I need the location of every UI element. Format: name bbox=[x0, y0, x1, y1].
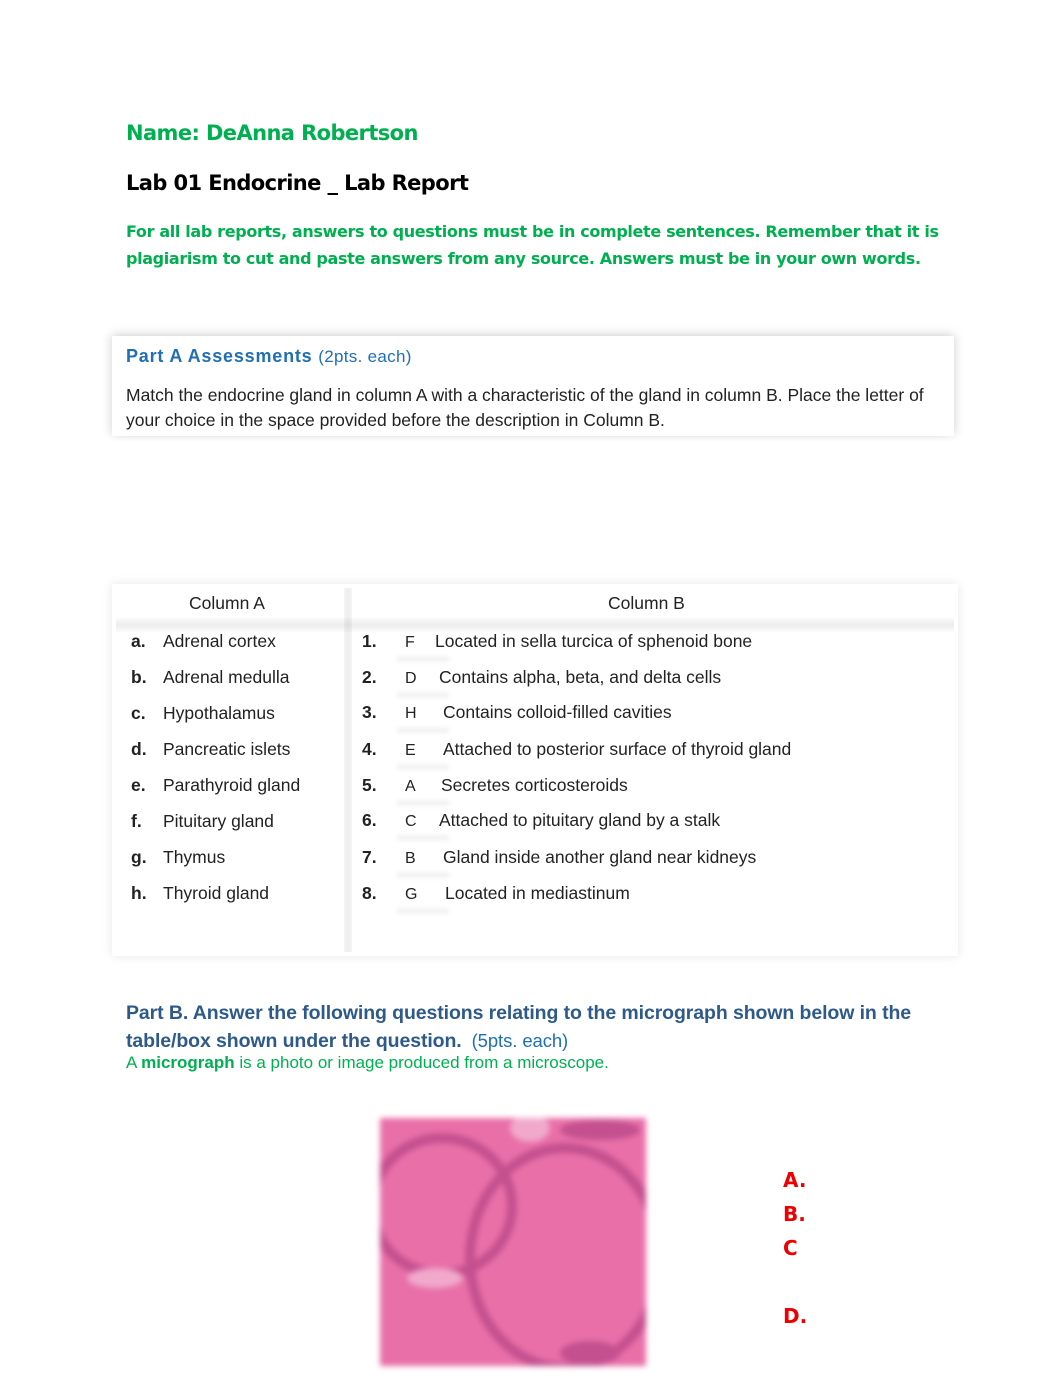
column-a-letter: h. bbox=[131, 883, 147, 903]
column-b-description: Located in sella turcica of sphenoid bon… bbox=[435, 631, 753, 651]
column-b-description: Attached to pituitary gland by a stalk bbox=[439, 810, 721, 830]
column-b-item: 8. G Located in mediastinum bbox=[362, 883, 630, 907]
micrograph-light-area bbox=[407, 1268, 463, 1288]
micrograph-svg bbox=[380, 1118, 646, 1366]
column-a-gland: Thymus bbox=[163, 847, 226, 867]
column-a-letter: e. bbox=[131, 775, 146, 795]
definition-prefix: A bbox=[126, 1053, 142, 1072]
micrograph-label-a: A. bbox=[783, 1168, 807, 1192]
column-a-item: f. Pituitary gland bbox=[131, 811, 274, 835]
column-a-header: Column A bbox=[189, 593, 265, 613]
micrograph-label-b: B. bbox=[783, 1202, 806, 1226]
column-b-number: 4. bbox=[362, 739, 377, 759]
part-b-title: Part B. Answer the following questions r… bbox=[126, 1000, 956, 1055]
micrograph-cells-bottom bbox=[560, 1341, 620, 1365]
column-b-description: Secretes corticosteroids bbox=[441, 775, 628, 795]
column-a-letter: a. bbox=[131, 631, 146, 651]
column-b-number: 8. bbox=[362, 883, 377, 903]
part-a-title-text: Part A Assessments bbox=[126, 346, 313, 366]
column-b-item: 1. F Located in sella turcica of sphenoid … bbox=[362, 631, 752, 655]
definition-term: micrograph bbox=[141, 1053, 235, 1072]
column-a-item: c. Hypothalamus bbox=[131, 703, 275, 727]
micrograph-definition: A micrograph is a photo or image produce… bbox=[126, 1053, 609, 1073]
column-a-gland: Thyroid gland bbox=[163, 883, 270, 903]
answer-field[interactable]: D bbox=[405, 670, 439, 688]
column-divider bbox=[344, 588, 352, 952]
lab-title: Lab 01 Endocrine _ Lab Report bbox=[126, 171, 469, 195]
column-b-description: Gland inside another gland near kidneys bbox=[443, 847, 757, 867]
column-a-gland: Adrenal cortex bbox=[163, 631, 276, 651]
column-b-item: 5. A Secretes corticosteroids bbox=[362, 775, 628, 799]
micrograph-image bbox=[380, 1118, 646, 1366]
micrograph-label-d: D. bbox=[783, 1304, 808, 1328]
answer-field[interactable]: B bbox=[405, 850, 443, 868]
column-a-gland: Pituitary gland bbox=[163, 811, 274, 831]
column-a-letter: d. bbox=[131, 739, 147, 759]
column-a-gland: Parathyroid gland bbox=[163, 775, 301, 795]
column-a-letter: c. bbox=[131, 703, 146, 723]
answer-field[interactable]: G bbox=[405, 886, 445, 904]
column-a-item: h. Thyroid gland bbox=[131, 883, 269, 907]
answer-field[interactable]: C bbox=[405, 813, 439, 831]
column-b-description: Contains colloid-filled cavities bbox=[443, 702, 672, 722]
answer-field[interactable]: F bbox=[405, 634, 435, 652]
answer-field[interactable]: E bbox=[405, 742, 443, 760]
answer-field[interactable]: H bbox=[405, 705, 443, 723]
column-b-description: Located in mediastinum bbox=[445, 883, 630, 903]
column-b-item: 3. H Contains colloid-filled cavities bbox=[362, 702, 672, 726]
column-a-gland: Adrenal medulla bbox=[163, 667, 290, 687]
part-b-points: (5pts. each) bbox=[471, 1030, 569, 1051]
column-b-item: 2. D Contains alpha, beta, and delta cells bbox=[362, 667, 721, 691]
column-a-letter: f. bbox=[131, 811, 142, 831]
column-a-item: b. Adrenal medulla bbox=[131, 667, 289, 691]
column-a-gland: Hypothalamus bbox=[163, 703, 275, 723]
column-b-description: Attached to posterior surface of thyroid… bbox=[443, 739, 792, 759]
column-a-letter: g. bbox=[131, 847, 147, 867]
column-b-number: 7. bbox=[362, 847, 377, 867]
column-a-letter: b. bbox=[131, 667, 147, 687]
column-b-number: 2. bbox=[362, 667, 377, 687]
column-a-gland: Pancreatic islets bbox=[163, 739, 291, 759]
column-b-number: 3. bbox=[362, 702, 377, 722]
column-b-number: 1. bbox=[362, 631, 377, 651]
column-b-number: 5. bbox=[362, 775, 377, 795]
part-a-points: (2pts. each) bbox=[318, 347, 412, 366]
column-b-item: 4. E Attached to posterior surface of thyr… bbox=[362, 739, 791, 763]
column-b-item: 7. B Gland inside another gland near kidne… bbox=[362, 847, 756, 871]
column-a-item: a. Adrenal cortex bbox=[131, 631, 276, 655]
column-b-number: 6. bbox=[362, 810, 377, 830]
micrograph-cells-top bbox=[560, 1120, 640, 1140]
column-a-item: g. Thymus bbox=[131, 847, 225, 871]
header-separator bbox=[116, 618, 954, 632]
answer-field[interactable]: A bbox=[405, 778, 441, 796]
definition-rest: is a photo or image produced from a micr… bbox=[234, 1053, 609, 1072]
column-b-description: Contains alpha, beta, and delta cells bbox=[439, 667, 722, 687]
column-b-header: Column B bbox=[608, 593, 685, 613]
column-b-item: 6. C Attached to pituitary gland by a stal… bbox=[362, 810, 720, 834]
column-a-item: d. Pancreatic islets bbox=[131, 739, 290, 763]
part-a-instructions: Match the endocrine gland in column A wi… bbox=[126, 385, 924, 430]
student-name: Name: DeAnna Robertson bbox=[126, 121, 418, 145]
part-a-title: Part A Assessments (2pts. each) bbox=[126, 346, 412, 367]
general-instructions: For all lab reports, answers to question… bbox=[126, 222, 939, 268]
micrograph-label-c: C bbox=[783, 1236, 798, 1260]
column-a-item: e. Parathyroid gland bbox=[131, 775, 300, 799]
